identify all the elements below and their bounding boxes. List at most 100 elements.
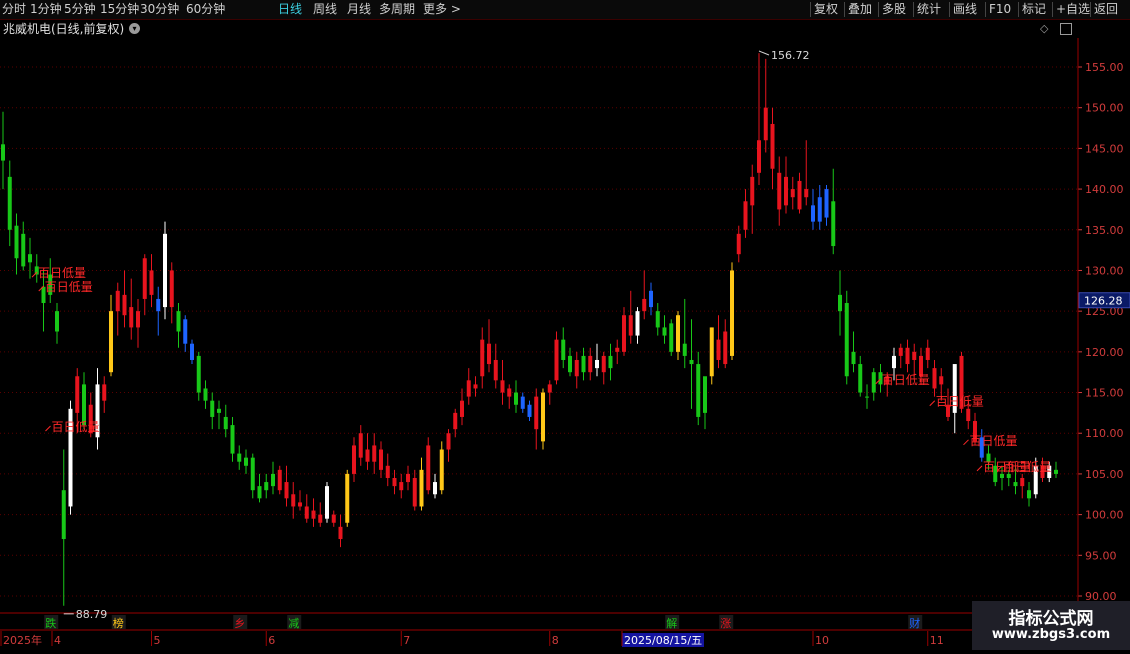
- event-marker[interactable]: 解: [666, 616, 677, 630]
- candle-body[interactable]: [392, 477, 397, 487]
- action-button-4[interactable]: 画线: [953, 0, 977, 19]
- candle-body[interactable]: [1027, 490, 1031, 499]
- candle-body[interactable]: [676, 315, 680, 352]
- candle-body[interactable]: [55, 311, 59, 332]
- event-marker[interactable]: 减: [288, 617, 299, 630]
- candle-body[interactable]: [433, 482, 437, 495]
- candle-body[interactable]: [865, 396, 869, 398]
- candle-body[interactable]: [635, 311, 640, 336]
- candle-body[interactable]: [709, 327, 714, 377]
- action-button-8[interactable]: 返回: [1094, 0, 1118, 19]
- candle-body[interactable]: [622, 315, 626, 352]
- candle-body[interactable]: [446, 433, 451, 450]
- kline-chart[interactable]: 90.00 95.00 100.00 105.00 110.00 115.00 120.00…: [0, 20, 1130, 650]
- period-tab-9[interactable]: 多周期: [379, 0, 415, 19]
- candle-body[interactable]: [750, 176, 755, 206]
- candle-body[interactable]: [581, 355, 586, 373]
- event-marker[interactable]: 榜: [113, 616, 124, 630]
- candle-body[interactable]: [1000, 473, 1004, 478]
- candle-body[interactable]: [797, 180, 802, 210]
- candle-body[interactable]: [649, 290, 653, 308]
- candle-body[interactable]: [493, 359, 498, 381]
- candle-body[interactable]: [230, 425, 235, 454]
- candle-body[interactable]: [831, 201, 836, 247]
- candle-body[interactable]: [122, 294, 127, 316]
- candle-body[interactable]: [1, 144, 5, 161]
- candle-body[interactable]: [689, 359, 694, 365]
- candle-body[interactable]: [608, 355, 613, 369]
- candle-body[interactable]: [777, 172, 782, 210]
- candle-body[interactable]: [183, 319, 188, 344]
- action-button-0[interactable]: 复权: [814, 0, 838, 19]
- candle-body[interactable]: [210, 400, 215, 417]
- candle-body[interactable]: [682, 343, 687, 356]
- candle-body[interactable]: [28, 254, 32, 263]
- candle-body[interactable]: [385, 465, 390, 478]
- event-marker[interactable]: 涨: [720, 617, 731, 630]
- candle-body[interactable]: [905, 347, 910, 365]
- action-button-6[interactable]: 标记: [1022, 0, 1046, 19]
- candle-body[interactable]: [844, 303, 849, 377]
- candle-body[interactable]: [473, 384, 478, 389]
- candle-body[interactable]: [696, 364, 701, 417]
- candle-body[interactable]: [196, 355, 201, 393]
- candle-body[interactable]: [163, 233, 167, 308]
- candle-body[interactable]: [811, 205, 815, 222]
- candle-body[interactable]: [244, 457, 248, 466]
- candle-body[interactable]: [223, 416, 228, 430]
- candle-body[interactable]: [561, 339, 566, 360]
- candle-body[interactable]: [500, 380, 505, 393]
- candle-body[interactable]: [628, 315, 633, 336]
- candle-body[interactable]: [325, 486, 329, 519]
- candle-body[interactable]: [311, 510, 316, 519]
- candle-body[interactable]: [271, 473, 275, 487]
- candle-body[interactable]: [291, 494, 296, 507]
- candle-body[interactable]: [703, 376, 707, 413]
- candle-body[interactable]: [838, 294, 842, 312]
- candle-body[interactable]: [237, 453, 242, 462]
- candle-body[interactable]: [115, 290, 120, 312]
- candle-body[interactable]: [7, 176, 12, 230]
- candle-body[interactable]: [932, 368, 937, 389]
- candle-body[interactable]: [129, 307, 134, 328]
- candle-body[interactable]: [399, 482, 404, 491]
- candle-body[interactable]: [156, 298, 161, 312]
- candle-body[interactable]: [514, 392, 518, 405]
- candle-body[interactable]: [547, 384, 552, 393]
- candle-body[interactable]: [365, 449, 370, 462]
- candle-body[interactable]: [109, 311, 113, 373]
- event-marker[interactable]: 乡: [234, 617, 245, 630]
- candle-body[interactable]: [784, 176, 788, 206]
- candle-body[interactable]: [595, 359, 599, 369]
- candle-body[interactable]: [487, 343, 491, 365]
- action-button-7[interactable]: +自选: [1056, 0, 1090, 19]
- candle-body[interactable]: [264, 482, 269, 491]
- candle-body[interactable]: [298, 502, 302, 507]
- candle-body[interactable]: [541, 392, 545, 442]
- event-marker[interactable]: 跌: [45, 616, 56, 630]
- candle-body[interactable]: [345, 473, 350, 523]
- diamond-icon-outline[interactable]: ◇: [1040, 22, 1048, 36]
- candle-body[interactable]: [1054, 469, 1058, 474]
- candle-body[interactable]: [642, 298, 647, 312]
- candle-body[interactable]: [763, 107, 768, 141]
- candle-body[interactable]: [14, 225, 19, 259]
- candle-body[interactable]: [804, 189, 809, 198]
- period-tab-3[interactable]: 15分钟: [100, 0, 139, 19]
- candle-body[interactable]: [203, 388, 208, 401]
- period-tab-6[interactable]: 日线: [278, 0, 302, 19]
- candle-body[interactable]: [149, 270, 154, 295]
- candle-body[interactable]: [61, 490, 66, 540]
- candle-body[interactable]: [217, 408, 221, 413]
- candle-body[interactable]: [601, 355, 606, 373]
- candle-body[interactable]: [743, 201, 748, 230]
- candle-body[interactable]: [460, 400, 464, 417]
- candle-body[interactable]: [824, 189, 829, 218]
- candle-body[interactable]: [426, 445, 431, 491]
- candle-body[interactable]: [1006, 473, 1011, 478]
- action-button-1[interactable]: 叠加: [848, 0, 872, 19]
- candle-body[interactable]: [318, 514, 323, 523]
- candle-body[interactable]: [939, 376, 944, 385]
- action-button-2[interactable]: 多股: [882, 0, 906, 19]
- candle-body[interactable]: [554, 339, 559, 381]
